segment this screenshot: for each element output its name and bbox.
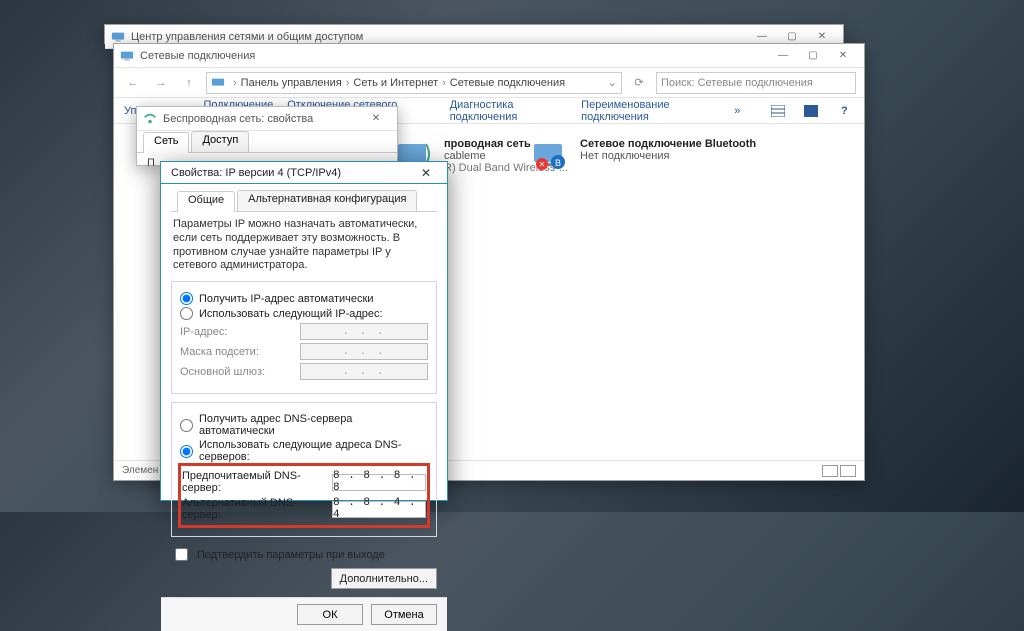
- view-options-button[interactable]: [768, 102, 787, 120]
- view-icons-button[interactable]: [840, 465, 856, 477]
- dns-highlight-box: Предпочитаемый DNS-сервер: 8 . 8 . 8 . 8…: [180, 465, 428, 526]
- breadcrumb-segment[interactable]: Сетевые подключения: [448, 77, 567, 89]
- radio-ip-auto-label: Получить IP-адрес автоматически: [199, 293, 373, 305]
- ip-address-group: Получить IP-адрес автоматически Использо…: [171, 281, 437, 394]
- breadcrumb-segment[interactable]: Сеть и Интернет: [351, 77, 440, 89]
- wifi-icon: [143, 112, 157, 126]
- close-button[interactable]: ✕: [361, 109, 391, 129]
- radio-ip-auto[interactable]: Получить IP-адрес автоматически: [180, 292, 428, 305]
- cmd-more[interactable]: »: [734, 105, 740, 117]
- connection-item-bluetooth[interactable]: ✕ B Сетевое подключение Bluetooth Нет по…: [532, 138, 756, 170]
- network-sharing-center-window: Центр управления сетями и общим доступом…: [104, 24, 844, 44]
- dialog-title: Свойства: IP версии 4 (TCP/IPv4): [167, 167, 411, 179]
- radio-dns-manual-label: Использовать следующие адреса DNS-сервер…: [199, 439, 428, 463]
- network-icon: [211, 76, 225, 90]
- search-placeholder: Поиск: Сетевые подключения: [661, 77, 813, 89]
- connection-status: Нет подключения: [580, 150, 756, 162]
- radio-ip-manual-input[interactable]: [180, 307, 193, 320]
- ipv4-properties-dialog: Свойства: IP версии 4 (TCP/IPv4) ✕ Общие…: [160, 161, 448, 501]
- svg-text:B: B: [555, 158, 561, 168]
- dialog-description: Параметры IP можно назначать автоматичес…: [173, 218, 435, 273]
- tab-network[interactable]: Сеть: [143, 132, 189, 153]
- label-gateway: Основной шлюз:: [180, 366, 300, 378]
- tab-general[interactable]: Общие: [177, 191, 235, 212]
- cmd-rename[interactable]: Переименование подключения: [581, 99, 720, 123]
- chevron-right-icon: ›: [344, 77, 352, 89]
- radio-dns-auto[interactable]: Получить адрес DNS-сервера автоматически: [180, 413, 428, 437]
- ip-address-input: . . .: [300, 323, 428, 340]
- radio-ip-manual-label: Использовать следующий IP-адрес:: [199, 308, 383, 320]
- window-title: Сетевые подключения: [140, 50, 255, 62]
- tab-alt-config[interactable]: Альтернативная конфигурация: [237, 190, 417, 211]
- radio-dns-auto-label: Получить адрес DNS-сервера автоматически: [199, 413, 428, 437]
- nav-up-button[interactable]: ↑: [178, 72, 200, 94]
- dns-secondary-input[interactable]: 8 . 8 . 4 . 4: [332, 501, 426, 518]
- label-dns-secondary: Альтернативный DNS-сервер:: [182, 497, 332, 521]
- status-text: Элемен: [122, 465, 158, 476]
- minimize-button[interactable]: —: [768, 46, 798, 66]
- network-connections-icon: [120, 49, 134, 63]
- validate-on-exit-checkbox[interactable]: Подтвердить параметры при выходе: [171, 545, 437, 564]
- chevron-right-icon: ›: [231, 77, 239, 89]
- chevron-right-icon: ›: [440, 77, 448, 89]
- view-details-button[interactable]: [822, 465, 838, 477]
- nav-back-button[interactable]: ←: [122, 72, 144, 94]
- connection-name: Сетевое подключение Bluetooth: [580, 138, 756, 150]
- validate-on-exit-label: Подтвердить параметры при выходе: [197, 549, 385, 561]
- search-input[interactable]: Поиск: Сетевые подключения: [656, 72, 856, 94]
- svg-text:✕: ✕: [539, 160, 546, 169]
- ok-button[interactable]: ОК: [297, 604, 363, 625]
- radio-ip-auto-input[interactable]: [180, 292, 193, 305]
- label-mask: Маска подсети:: [180, 346, 300, 358]
- breadcrumb[interactable]: › Панель управления › Сеть и Интернет › …: [206, 72, 622, 94]
- radio-ip-manual[interactable]: Использовать следующий IP-адрес:: [180, 307, 428, 320]
- label-ip: IP-адрес:: [180, 326, 300, 338]
- close-button[interactable]: ✕: [828, 46, 858, 66]
- breadcrumb-segment[interactable]: Панель управления: [239, 77, 344, 89]
- address-bar: ← → ↑ › Панель управления › Сеть и Интер…: [114, 68, 864, 98]
- preview-pane-button[interactable]: [802, 102, 821, 120]
- help-button[interactable]: ?: [835, 102, 854, 120]
- radio-dns-manual[interactable]: Использовать следующие адреса DNS-сервер…: [180, 439, 428, 463]
- refresh-button[interactable]: ⟳: [628, 72, 650, 94]
- dns-group: Получить адрес DNS-сервера автоматически…: [171, 402, 437, 537]
- dialog-title: Беспроводная сеть: свойства: [163, 113, 313, 125]
- dns-primary-input[interactable]: 8 . 8 . 8 . 8: [332, 474, 426, 491]
- network-center-icon: [111, 30, 125, 44]
- close-button[interactable]: ✕: [411, 163, 441, 183]
- subnet-mask-input: . . .: [300, 343, 428, 360]
- bluetooth-adapter-icon: ✕ B: [532, 138, 572, 170]
- label-dns-primary: Предпочитаемый DNS-сервер:: [182, 470, 332, 494]
- radio-dns-manual-input[interactable]: [180, 445, 193, 458]
- tab-access[interactable]: Доступ: [191, 131, 249, 152]
- cmd-diagnose[interactable]: Диагностика подключения: [450, 99, 567, 123]
- cancel-button[interactable]: Отмена: [371, 604, 437, 625]
- radio-dns-auto-input[interactable]: [180, 419, 193, 432]
- maximize-button[interactable]: ▢: [798, 46, 828, 66]
- advanced-button[interactable]: Дополнительно...: [331, 568, 437, 589]
- chevron-down-icon[interactable]: ⌄: [608, 76, 617, 89]
- validate-on-exit-input[interactable]: [175, 548, 188, 561]
- gateway-input: . . .: [300, 363, 428, 380]
- window-title: Центр управления сетями и общим доступом: [131, 31, 363, 43]
- wireless-properties-dialog: Беспроводная сеть: свойства ✕ Сеть Досту…: [136, 106, 398, 166]
- nav-forward-button[interactable]: →: [150, 72, 172, 94]
